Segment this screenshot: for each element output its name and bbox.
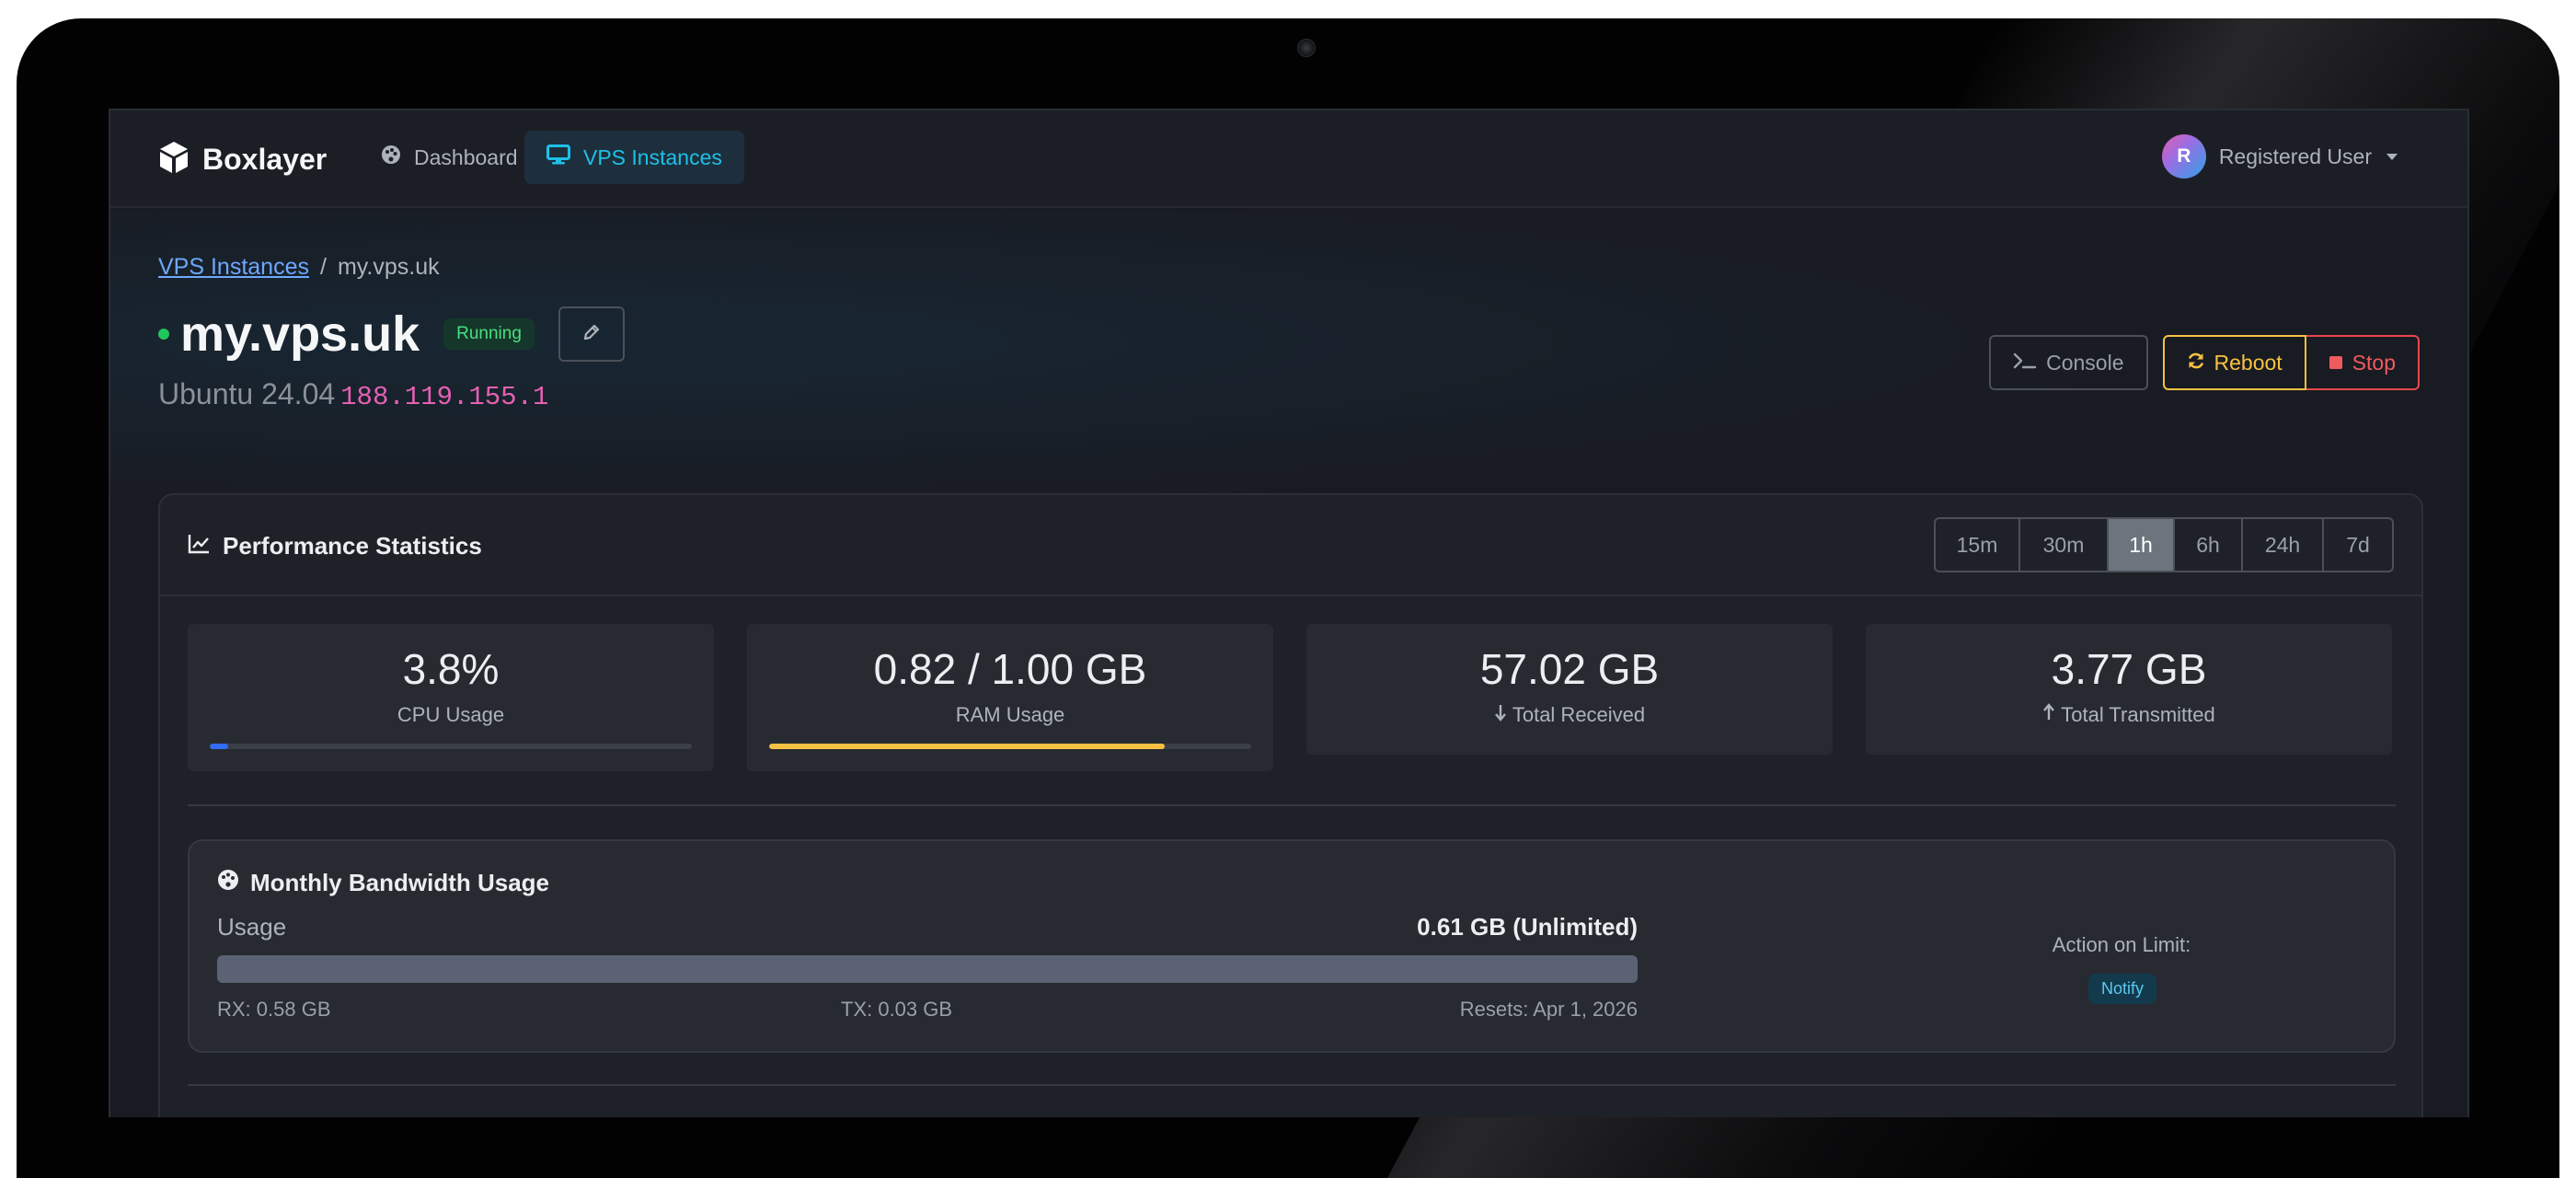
os-name: Ubuntu 24.04 (158, 377, 336, 410)
reboot-button[interactable]: Reboot (2162, 335, 2306, 390)
range-15m-button[interactable]: 15m (1936, 519, 2018, 571)
power-button-group: Reboot Stop (2162, 335, 2420, 390)
palette-icon (381, 144, 401, 170)
stat-value: 0.82 / 1.00 GB (873, 645, 1147, 693)
range-24h-button[interactable]: 24h (2241, 519, 2322, 571)
webcam (1297, 39, 1316, 57)
status-dot-icon (158, 329, 169, 340)
stat-value: 3.77 GB (2051, 645, 2207, 693)
time-range-selector: 15m 30m 1h 6h 24h 7d (1934, 517, 2394, 572)
performance-card: Performance Statistics 15m 30m 1h 6h 24h… (158, 493, 2423, 1117)
reboot-button-label: Reboot (2214, 350, 2283, 375)
user-name: Registered User (2218, 144, 2372, 168)
nav-link-dashboard[interactable]: Dashboard (359, 131, 540, 184)
stat-cpu: 3.8% CPU Usage (188, 624, 714, 771)
monitor-icon (546, 144, 570, 170)
bandwidth-title: Monthly Bandwidth Usage (217, 869, 549, 897)
stat-label: RAM Usage (747, 703, 1273, 727)
breadcrumb: VPS Instances / my.vps.uk (158, 254, 440, 281)
bandwidth-resets: Resets: Apr 1, 2026 (1459, 998, 1638, 1021)
performance-card-header: Performance Statistics 15m 30m 1h 6h 24h… (160, 495, 2421, 596)
brand-name: Boxlayer (202, 143, 328, 176)
console-button-label: Console (2046, 350, 2124, 375)
stat-label: Total Received (1306, 703, 1833, 727)
stat-tiles: 3.8% CPU Usage 0.82 / 1.00 GB RAM Usage … (188, 624, 2392, 771)
avatar: R (2161, 134, 2206, 179)
console-button[interactable]: Console (1989, 335, 2148, 390)
arrow-down-icon (1494, 703, 1507, 727)
user-menu[interactable]: R Registered User (2161, 134, 2398, 179)
brand[interactable]: Boxlayer (158, 140, 327, 179)
range-6h-button[interactable]: 6h (2173, 519, 2241, 571)
range-30m-button[interactable]: 30m (2018, 519, 2107, 571)
stop-button[interactable]: Stop (2306, 335, 2420, 390)
page-title: my.vps.uk (180, 306, 420, 362)
instance-subtitle: Ubuntu 24.04 188.119.155.1 (158, 377, 548, 412)
refresh-icon (2187, 351, 2205, 375)
limit-action-label: Action on Limit: (2052, 933, 2191, 956)
stat-label-text: Total Received (1512, 703, 1646, 726)
cpu-progress-bar (210, 744, 692, 749)
stat-ram: 0.82 / 1.00 GB RAM Usage (747, 624, 1273, 771)
limit-action-badge: Notify (2088, 974, 2157, 1004)
stat-received: 57.02 GB Total Received (1306, 624, 1833, 755)
section-divider (188, 1084, 2396, 1086)
performance-title-label: Performance Statistics (223, 532, 482, 560)
stat-label: CPU Usage (188, 703, 714, 727)
stop-button-label: Stop (2352, 350, 2396, 375)
status-badge: Running (443, 318, 535, 350)
stat-transmitted: 3.77 GB Total Transmitted (1866, 624, 2392, 755)
ram-progress-bar (769, 744, 1251, 749)
caret-down-icon (2386, 153, 2398, 160)
top-navbar: Boxlayer Dashboard VPS Instances R Regis… (110, 110, 2467, 208)
stat-label-text: CPU Usage (397, 703, 505, 726)
stat-label: Total Transmitted (1866, 703, 2392, 727)
nav-link-label: Dashboard (414, 144, 518, 169)
breadcrumb-current: my.vps.uk (337, 254, 440, 280)
bandwidth-title-label: Monthly Bandwidth Usage (250, 869, 549, 896)
instance-actions: Console Reboot Stop (1989, 335, 2420, 390)
stat-value: 57.02 GB (1479, 645, 1660, 693)
stop-square-icon (2329, 351, 2343, 375)
cpu-progress-fill (210, 744, 228, 749)
bandwidth-panel: Monthly Bandwidth Usage Usage 0.61 GB (U… (188, 839, 2396, 1053)
cube-icon (158, 140, 190, 179)
nav-link-vps-instances[interactable]: VPS Instances (524, 131, 744, 184)
bandwidth-usage-value: 0.61 GB (Unlimited) (1417, 913, 1638, 941)
bandwidth-progress-fill (217, 955, 1638, 983)
breadcrumb-separator: / (319, 254, 327, 280)
range-1h-button[interactable]: 1h (2107, 519, 2173, 571)
bandwidth-progress-bar (217, 955, 1638, 983)
stat-label-text: Total Transmitted (2061, 703, 2215, 726)
edit-name-button[interactable] (558, 306, 625, 362)
gauge-icon (217, 869, 239, 897)
arrow-up-icon (2042, 703, 2055, 727)
app-screen: Boxlayer Dashboard VPS Instances R Regis… (109, 109, 2469, 1117)
performance-title: Performance Statistics (188, 532, 482, 560)
terminal-icon (2013, 351, 2037, 375)
nav-link-label: VPS Instances (583, 144, 722, 169)
line-chart-icon (188, 532, 210, 560)
range-7d-button[interactable]: 7d (2322, 519, 2392, 571)
stat-value: 3.8% (402, 645, 500, 693)
ip-address: 188.119.155.1 (340, 382, 549, 412)
instance-title-row: my.vps.uk Running (158, 306, 625, 363)
ram-progress-fill (769, 744, 1165, 749)
breadcrumb-link-vps-instances[interactable]: VPS Instances (158, 254, 309, 281)
pencil-icon (581, 322, 602, 347)
stat-label-text: RAM Usage (955, 703, 1065, 726)
section-divider (188, 804, 2396, 806)
